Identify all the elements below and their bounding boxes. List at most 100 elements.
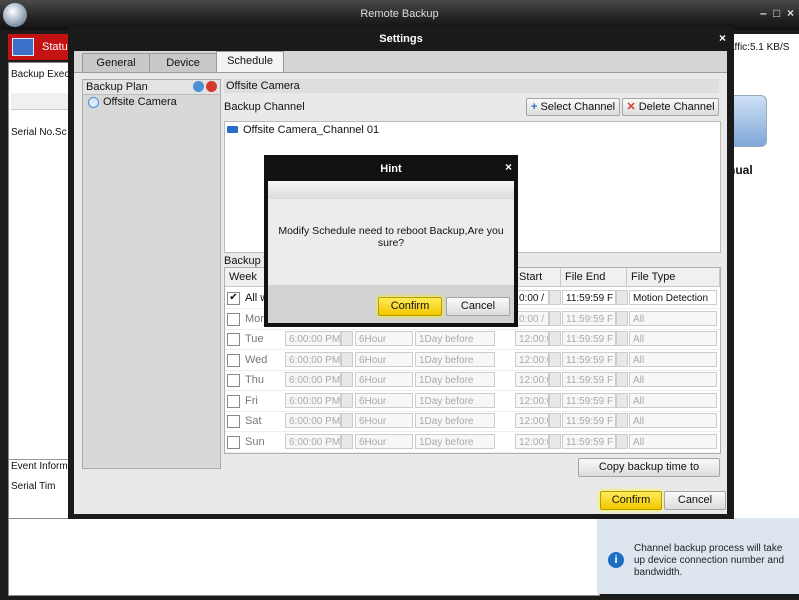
file-end-spinner[interactable] — [616, 351, 628, 367]
start-spinner[interactable] — [549, 351, 561, 367]
period-select[interactable]: 6Hour — [355, 413, 413, 428]
backup-time-field[interactable]: 6:00:00 PM — [285, 433, 341, 449]
copy-backup-time-button[interactable]: Copy backup time to — [578, 458, 720, 477]
file-end-field[interactable]: 11:59:59 F — [562, 433, 616, 449]
day-checkbox[interactable] — [227, 353, 240, 367]
backup-plan-header: Backup Plan — [83, 80, 220, 95]
day-checkbox[interactable] — [227, 333, 240, 346]
day-checkbox[interactable] — [227, 435, 240, 449]
file-type-select[interactable]: All — [629, 310, 717, 326]
day-before-select[interactable]: 1Day before — [415, 351, 495, 367]
start-time-field[interactable]: 0:00 / — [515, 290, 549, 305]
period-select[interactable]: 6Hour — [355, 433, 413, 449]
start-time-field[interactable]: 12:00:00 / — [515, 331, 549, 346]
time-spinner[interactable] — [341, 372, 353, 387]
file-end-spinner[interactable] — [616, 290, 628, 305]
file-end-spinner[interactable] — [616, 310, 628, 326]
file-type-select[interactable]: All — [629, 433, 717, 449]
start-time-field[interactable]: 0:00 / — [515, 310, 549, 326]
file-type-select[interactable]: All — [629, 413, 717, 428]
day-checkbox[interactable] — [227, 374, 240, 387]
hint-confirm-button[interactable]: Confirm — [378, 297, 442, 316]
start-time-field[interactable]: 12:00:00 / — [515, 413, 549, 428]
file-end-field[interactable]: 11:59:59 F — [562, 310, 616, 326]
start-spinner[interactable] — [549, 413, 561, 428]
file-end-field[interactable]: 11:59:59 F — [562, 351, 616, 367]
day-checkbox[interactable] — [227, 415, 240, 428]
file-end-field[interactable]: 11:59:59 F — [562, 372, 616, 387]
file-end-field[interactable]: 11:59:59 F — [562, 331, 616, 346]
col-file-type: File Type — [627, 268, 720, 287]
backup-time-field[interactable]: 6:00:00 PM — [285, 351, 341, 367]
period-select[interactable]: 6Hour — [355, 331, 413, 346]
traffic-readout: affic:5.1 KB/S — [729, 42, 790, 53]
file-end-field[interactable]: 11:59:59 F — [562, 392, 616, 408]
hint-cancel-button[interactable]: Cancel — [446, 297, 510, 316]
time-spinner[interactable] — [341, 413, 353, 428]
app-title: Remote Backup — [360, 8, 439, 20]
day-checkbox[interactable]: ✔ — [227, 292, 240, 305]
start-spinner[interactable] — [549, 433, 561, 449]
file-type-select[interactable]: Motion Detection — [629, 290, 717, 305]
day-before-select[interactable]: 1Day before — [415, 372, 495, 387]
time-spinner[interactable] — [341, 331, 353, 346]
start-spinner[interactable] — [549, 290, 561, 305]
time-spinner[interactable] — [341, 433, 353, 449]
settings-confirm-button[interactable]: Confirm — [600, 491, 662, 510]
day-before-select[interactable]: 1Day before — [415, 413, 495, 428]
backup-time-field[interactable]: 6:00:00 PM — [285, 392, 341, 408]
backup-time-field[interactable]: 6:00:00 PM — [285, 331, 341, 346]
status-tab[interactable]: Status — [8, 34, 73, 60]
tab-general[interactable]: General — [82, 53, 150, 72]
info-icon: i — [608, 552, 624, 568]
file-end-spinner[interactable] — [616, 413, 628, 428]
start-spinner[interactable] — [549, 331, 561, 346]
period-select[interactable]: 6Hour — [355, 351, 413, 367]
file-end-field[interactable]: 11:59:59 F — [562, 290, 616, 305]
start-spinner[interactable] — [549, 372, 561, 387]
backup-time-field[interactable]: 6:00:00 PM — [285, 372, 341, 387]
day-checkbox[interactable] — [227, 394, 240, 408]
start-time-field[interactable]: 12:00:00 / — [515, 433, 549, 449]
period-select[interactable]: 6Hour — [355, 392, 413, 408]
day-before-select[interactable]: 1Day before — [415, 433, 495, 449]
time-spinner[interactable] — [341, 392, 353, 408]
start-time-field[interactable]: 12:00:00 / — [515, 351, 549, 367]
file-type-select[interactable]: All — [629, 392, 717, 408]
minimize-button[interactable]: – — [760, 6, 767, 20]
start-time-field[interactable]: 12:00:00 / — [515, 392, 549, 408]
tab-schedule[interactable]: Schedule — [216, 51, 284, 72]
settings-close-button[interactable]: × — [719, 31, 726, 45]
file-type-select[interactable]: All — [629, 331, 717, 346]
file-type-select[interactable]: All — [629, 372, 717, 387]
start-time-field[interactable]: 12:00:00 / — [515, 372, 549, 387]
file-end-field[interactable]: 11:59:59 F — [562, 413, 616, 428]
select-channel-button[interactable]: + Select Channel — [526, 98, 620, 116]
backup-time-field[interactable]: 6:00:00 PM — [285, 413, 341, 428]
settings-cancel-button[interactable]: Cancel — [664, 491, 726, 510]
day-label: Sun — [245, 435, 265, 448]
plan-item[interactable]: Offsite Camera — [85, 96, 217, 109]
start-spinner[interactable] — [549, 310, 561, 326]
time-spinner[interactable] — [341, 351, 353, 367]
tab-device[interactable]: Device — [149, 53, 217, 72]
file-end-spinner[interactable] — [616, 433, 628, 449]
hint-close-button[interactable]: × — [505, 160, 512, 174]
app-titlebar: Remote Backup – □ × — [0, 0, 799, 30]
delete-channel-button[interactable]: ✕ Delete Channel — [622, 98, 719, 116]
day-before-select[interactable]: 1Day before — [415, 331, 495, 346]
day-label: Tue — [245, 333, 264, 345]
delete-plan-icon[interactable] — [206, 81, 217, 92]
day-checkbox[interactable] — [227, 312, 240, 326]
start-spinner[interactable] — [549, 392, 561, 408]
file-end-spinner[interactable] — [616, 392, 628, 408]
add-plan-icon[interactable] — [193, 81, 204, 92]
maximize-button[interactable]: □ — [773, 6, 780, 20]
file-type-select[interactable]: All — [629, 351, 717, 367]
day-before-select[interactable]: 1Day before — [415, 392, 495, 408]
file-end-spinner[interactable] — [616, 372, 628, 387]
camera-icon — [227, 126, 238, 133]
file-end-spinner[interactable] — [616, 331, 628, 346]
period-select[interactable]: 6Hour — [355, 372, 413, 387]
close-button[interactable]: × — [787, 6, 794, 20]
